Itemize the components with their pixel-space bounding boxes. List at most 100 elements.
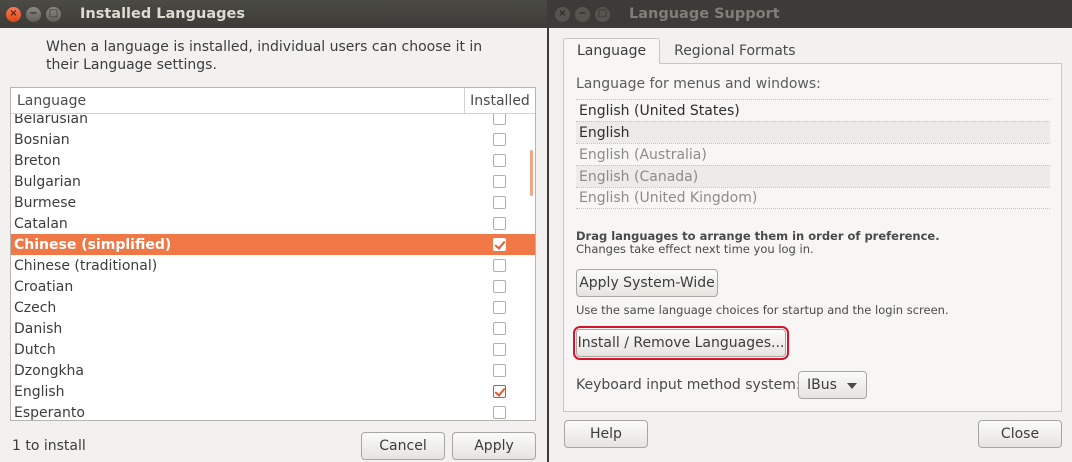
scrollbar[interactable] (530, 150, 533, 196)
unchecked-checkbox[interactable] (493, 343, 506, 356)
checked-checkbox[interactable] (493, 238, 506, 251)
maximize-window-icon[interactable]: □ (595, 6, 610, 22)
installed-cell (464, 175, 535, 188)
language-name: Catalan (14, 215, 68, 232)
unchecked-checkbox[interactable] (493, 217, 506, 230)
minimize-window-icon[interactable]: − (575, 6, 590, 22)
language-name: Czech (14, 299, 57, 316)
language-row[interactable]: Catalan (11, 213, 535, 234)
language-name: Danish (14, 320, 63, 337)
apply-button[interactable]: Apply (452, 432, 536, 460)
keyboard-input-label: Keyboard input method system: (576, 377, 801, 393)
language-name: Chinese (traditional) (14, 257, 158, 274)
language-name: Dutch (14, 341, 56, 358)
installed-cell (464, 280, 535, 293)
language-name: Bulgarian (14, 173, 81, 190)
help-button[interactable]: Help (564, 420, 648, 448)
unchecked-checkbox[interactable] (493, 301, 506, 314)
chevron-down-icon (847, 383, 857, 389)
language-rows: Belarusian Bosnian Breton Bulgarian Burmese C… (11, 108, 535, 421)
titlebar[interactable]: × − □ Language Support (549, 0, 1072, 28)
unchecked-checkbox[interactable] (493, 175, 506, 188)
install-count-status: 1 to install (12, 438, 86, 454)
keyboard-input-value: IBus (807, 377, 837, 393)
language-row[interactable]: Bulgarian (11, 171, 535, 192)
installed-cell (464, 406, 535, 419)
installed-cell (464, 154, 535, 167)
installed-cell (464, 259, 535, 272)
tab-bar: Language Regional Formats (563, 38, 810, 64)
window-title: Language Support (629, 6, 780, 22)
language-name: Chinese (simplified) (14, 236, 172, 253)
unchecked-checkbox[interactable] (493, 133, 506, 146)
installed-languages-window: × − □ Installed Languages When a languag… (0, 0, 547, 462)
language-row[interactable]: Dutch (11, 339, 535, 360)
language-name: Bosnian (14, 131, 70, 148)
tab-language[interactable]: Language (563, 38, 661, 64)
unchecked-checkbox[interactable] (493, 196, 506, 209)
tab-regional-formats[interactable]: Regional Formats (660, 38, 809, 64)
language-row[interactable]: Chinese (simplified) (11, 234, 535, 255)
cancel-button[interactable]: Cancel (361, 432, 445, 460)
column-header-installed[interactable]: Installed (464, 88, 535, 113)
language-name: Breton (14, 152, 61, 169)
titlebar[interactable]: × − □ Installed Languages (0, 0, 547, 28)
menu-language-item[interactable]: English (United States) (576, 99, 1050, 121)
language-row[interactable]: Chinese (traditional) (11, 255, 535, 276)
language-row[interactable]: English (11, 381, 535, 402)
list-header: Language Installed (11, 88, 535, 114)
window-title: Installed Languages (80, 6, 245, 22)
language-name: Esperanto (14, 404, 85, 421)
same-language-note: Use the same language choices for startu… (576, 303, 949, 317)
language-row[interactable]: Danish (11, 318, 535, 339)
installed-cell (464, 217, 535, 230)
installed-cell (464, 238, 535, 251)
unchecked-checkbox[interactable] (493, 259, 506, 272)
unchecked-checkbox[interactable] (493, 154, 506, 167)
column-header-language[interactable]: Language (11, 88, 464, 113)
language-name: Burmese (14, 194, 77, 211)
checked-checkbox[interactable] (493, 385, 506, 398)
installed-cell (464, 301, 535, 314)
language-row[interactable]: Bosnian (11, 129, 535, 150)
keyboard-input-select[interactable]: IBus (798, 371, 867, 399)
installed-cell (464, 196, 535, 209)
maximize-window-icon[interactable]: □ (46, 6, 61, 22)
installed-cell (464, 343, 535, 356)
menu-language-item[interactable]: English (Australia) (576, 143, 1050, 165)
intro-text: When a language is installed, individual… (46, 39, 483, 73)
language-name: Dzongkha (14, 362, 85, 379)
language-name: Croatian (14, 278, 74, 295)
menu-language-item[interactable]: English (United Kingdom) (576, 187, 1050, 209)
installed-cell (464, 133, 535, 146)
language-list[interactable]: Belarusian Bosnian Breton Bulgarian Burmese C… (10, 87, 536, 421)
unchecked-checkbox[interactable] (493, 364, 506, 377)
minimize-window-icon[interactable]: − (26, 6, 41, 22)
close-button[interactable]: Close (978, 420, 1062, 448)
install-remove-languages-button[interactable]: Install / Remove Languages... (573, 326, 789, 360)
drag-hint: Drag languages to arrange them in order … (576, 230, 940, 256)
drag-hint-subtitle: Changes take effect next time you log in… (576, 242, 814, 256)
unchecked-checkbox[interactable] (493, 322, 506, 335)
close-window-icon[interactable]: × (555, 6, 570, 22)
language-support-window: × − □ Language Support Language Regional… (549, 0, 1072, 462)
language-name: English (14, 383, 65, 400)
language-tab-panel: Language for menus and windows: English … (563, 63, 1062, 412)
unchecked-checkbox[interactable] (493, 280, 506, 293)
language-row[interactable]: Breton (11, 150, 535, 171)
installed-cell (464, 385, 535, 398)
close-window-icon[interactable]: × (6, 6, 21, 22)
language-row[interactable]: Esperanto (11, 402, 535, 421)
menu-language-list[interactable]: English (United States) English English … (576, 99, 1050, 209)
language-row[interactable]: Dzongkha (11, 360, 535, 381)
language-row[interactable]: Burmese (11, 192, 535, 213)
language-row[interactable]: Czech (11, 297, 535, 318)
apply-system-wide-button[interactable]: Apply System-Wide (576, 269, 718, 297)
menu-language-item[interactable]: English (Canada) (576, 165, 1050, 187)
menu-language-item[interactable]: English (576, 121, 1050, 143)
installed-cell (464, 322, 535, 335)
unchecked-checkbox[interactable] (493, 406, 506, 419)
drag-hint-title: Drag languages to arrange them in order … (576, 229, 940, 243)
menus-language-label: Language for menus and windows: (576, 76, 821, 92)
language-row[interactable]: Croatian (11, 276, 535, 297)
